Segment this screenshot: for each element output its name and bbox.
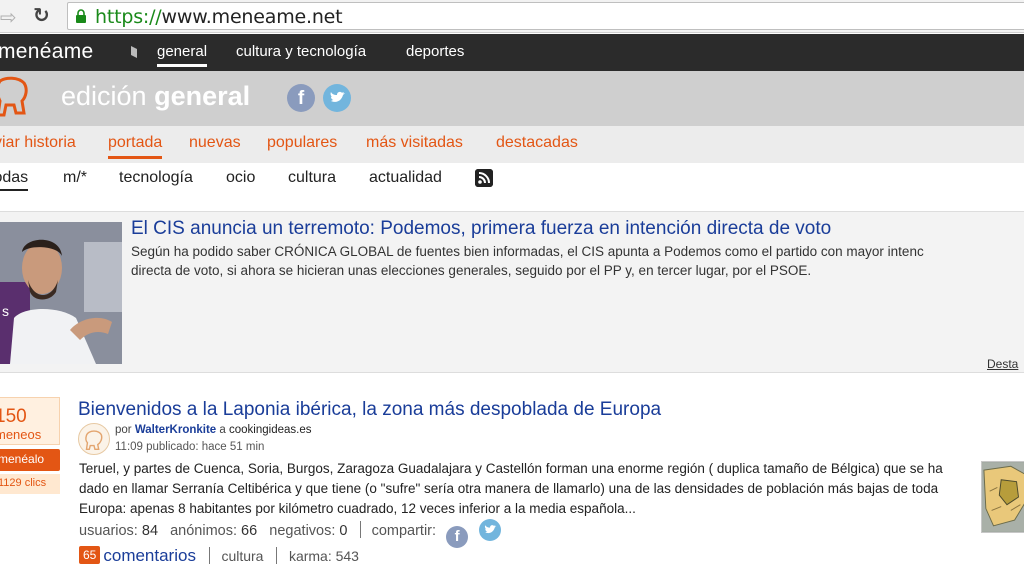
published-time: 11:09 publicado: hace 51 min: [115, 441, 265, 453]
reload-icon[interactable]: ↻: [33, 3, 50, 27]
tab-populares[interactable]: populares: [267, 134, 337, 152]
source-domain[interactable]: cookingideas.es: [229, 424, 311, 436]
site-top-nav: menéame general cultura y tecnología dep…: [0, 34, 1024, 71]
negatives-label: negativos:: [269, 523, 336, 539]
browser-toolbar: ⇨ ↻ https://www.meneame.net: [0, 0, 1024, 33]
story-summary: Teruel, y partes de Cuenca, Soria, Burgo…: [79, 461, 943, 516]
category-todas[interactable]: todas: [0, 169, 29, 191]
back-arrow-icon[interactable]: ⇨: [0, 5, 17, 29]
story-thumbnail[interactable]: [981, 461, 1024, 533]
tab-mas-visitadas[interactable]: más visitadas: [366, 134, 463, 152]
category-cultura[interactable]: cultura: [288, 169, 336, 187]
featured-summary-line: directa de voto, si ahora se hicieran un…: [131, 263, 812, 278]
story-stats: usuarios: 84 anónimos: 66 negativos: 0 c…: [79, 519, 502, 548]
featured-summary-line: Según ha podido saber CRÓNICA GLOBAL de …: [131, 244, 924, 259]
url-host: www.meneame.net: [161, 6, 343, 28]
negatives-count: 0: [339, 523, 348, 539]
story-category[interactable]: cultura: [221, 548, 263, 564]
rss-icon[interactable]: [475, 169, 493, 187]
vote-label: meneos: [0, 427, 42, 442]
section-tabs: viar historia portada nuevas populares m…: [0, 126, 1024, 163]
clicks-box: 1129 clics: [0, 474, 60, 494]
tab-destacadas[interactable]: destacadas: [496, 134, 578, 152]
story-title[interactable]: Bienvenidos a la Laponia ibérica, la zon…: [78, 399, 661, 421]
edition-name: general: [154, 81, 251, 111]
featured-photo[interactable]: s: [0, 222, 122, 364]
vote-count: 150: [0, 406, 27, 427]
category-actualidad[interactable]: actualidad: [369, 169, 442, 187]
submitter-username[interactable]: WalterKronkite: [135, 424, 216, 436]
featured-title[interactable]: El CIS anuncia un terremoto: Podemos, pr…: [131, 218, 831, 240]
users-label: usuarios:: [79, 523, 138, 539]
by-prefix: por: [115, 424, 132, 436]
story-comments-row: 65 comentarios cultura karma: 543: [79, 546, 359, 566]
submitter-line: por WalterKronkite a cookingideas.es: [115, 424, 312, 436]
site-logo[interactable]: menéame: [0, 40, 93, 64]
share-twitter-icon[interactable]: [479, 519, 502, 541]
to-prefix: a: [219, 424, 226, 436]
tab-portada[interactable]: portada: [108, 134, 163, 159]
nav-cultura-tecnologia[interactable]: cultura y tecnología: [236, 43, 366, 60]
lock-icon: [76, 9, 86, 23]
tab-enviar-historia[interactable]: viar historia: [0, 134, 76, 152]
anonymous-label: anónimos:: [170, 523, 238, 539]
svg-text:s: s: [2, 303, 9, 319]
nav-separator-icon: [131, 46, 137, 58]
tab-nuevas[interactable]: nuevas: [189, 134, 241, 152]
divider: [359, 521, 361, 538]
address-bar[interactable]: https://www.meneame.net: [67, 2, 1024, 30]
edition-title: edición general: [61, 81, 250, 112]
featured-summary: Según ha podido saber CRÓNICA GLOBAL de …: [131, 242, 1024, 280]
clicks-count: 1129 clics: [0, 477, 47, 489]
meneo-button[interactable]: menéalo: [0, 449, 60, 471]
divider: [276, 547, 278, 564]
url-protocol: https://: [95, 6, 162, 28]
vote-box: 150 meneos menéalo 1129 clics: [0, 397, 60, 497]
story-karma: karma: 543: [288, 548, 359, 564]
url-text: https://www.meneame.net: [95, 6, 343, 28]
anonymous-count: 66: [241, 523, 258, 539]
users-count: 84: [141, 523, 159, 539]
facebook-icon[interactable]: f: [287, 84, 315, 112]
edition-prefix: edición: [61, 81, 147, 111]
nav-general[interactable]: general: [157, 43, 208, 67]
twitter-icon[interactable]: [323, 84, 351, 112]
meneo-button-label: menéalo: [0, 452, 45, 466]
nav-deportes[interactable]: deportes: [406, 43, 464, 60]
share-label: compartir:: [371, 523, 437, 539]
category-tecnologia[interactable]: tecnología: [119, 169, 193, 187]
category-ocio[interactable]: ocio: [226, 169, 255, 187]
edition-banner: edición general f: [0, 71, 1024, 126]
featured-story: s El CIS anuncia un terremoto: Podemos, …: [0, 211, 1024, 373]
user-avatar[interactable]: [78, 423, 110, 455]
mascot-logo-icon: [0, 76, 28, 117]
featured-more-link[interactable]: Desta: [987, 357, 1018, 371]
vote-count-box: 150 meneos: [0, 397, 60, 445]
divider: [208, 547, 210, 564]
category-m[interactable]: m/*: [63, 169, 87, 187]
comments-count-badge[interactable]: 65: [79, 546, 101, 564]
comments-link[interactable]: comentarios: [103, 546, 196, 565]
share-facebook-icon[interactable]: f: [446, 526, 469, 548]
